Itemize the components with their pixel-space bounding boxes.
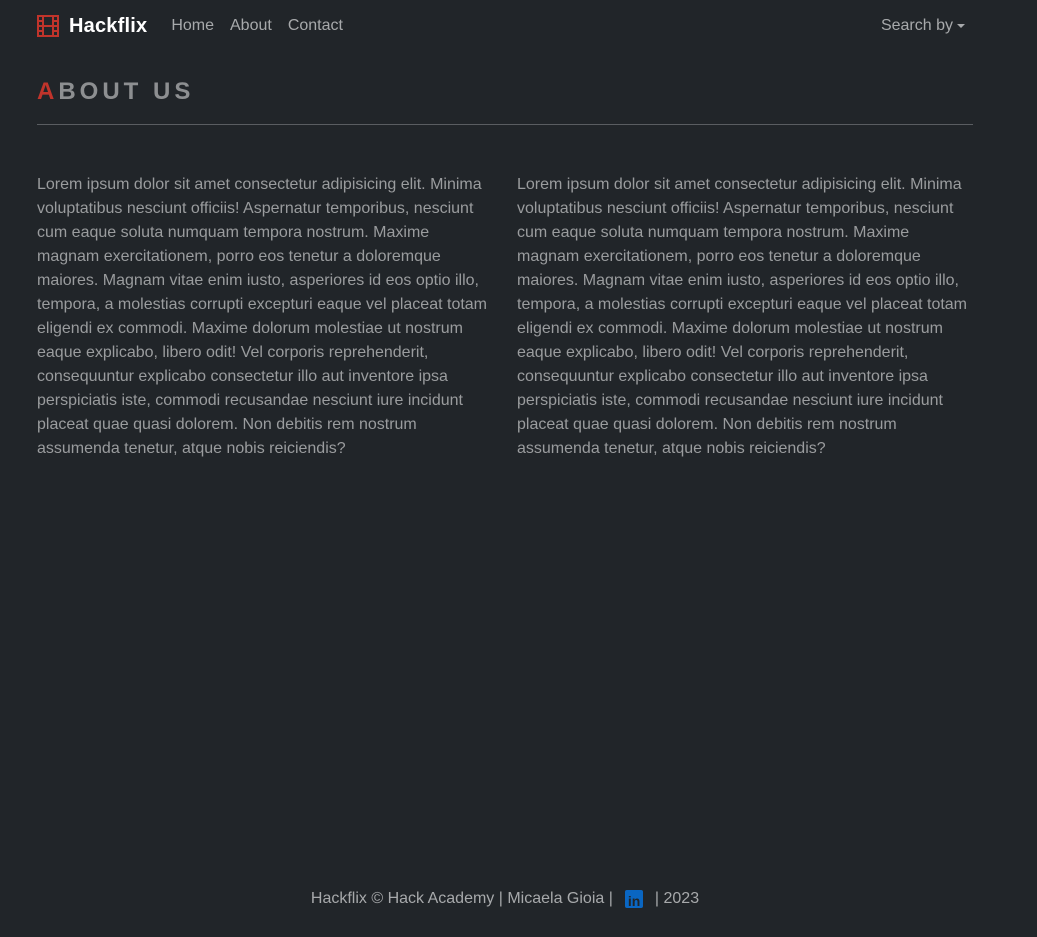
about-text-right: Lorem ipsum dolor sit amet consectetur a… xyxy=(517,176,968,457)
linkedin-icon[interactable] xyxy=(624,889,643,913)
film-icon xyxy=(37,15,59,37)
nav-link-about[interactable]: About xyxy=(230,17,272,35)
title-rest: BOUT US xyxy=(58,78,195,105)
nav-links: Home About Contact xyxy=(171,17,359,35)
title-first-letter: A xyxy=(37,78,59,105)
brand-name: Hackflix xyxy=(69,14,148,37)
about-text-left: Lorem ipsum dolor sit amet consectetur a… xyxy=(37,176,488,457)
footer: Hackflix © Hack Academy | Micaela Gioia … xyxy=(0,887,1010,913)
nav-right: Search by xyxy=(881,17,973,35)
nav-link-contact[interactable]: Contact xyxy=(288,17,343,35)
footer-text-after: | 2023 xyxy=(654,890,700,907)
page: Hackflix Home About Contact Search by AB… xyxy=(0,0,1037,937)
title-divider xyxy=(37,124,973,125)
nav-link-home[interactable]: Home xyxy=(171,17,214,35)
caret-down-icon xyxy=(957,24,965,28)
brand-link[interactable]: Hackflix xyxy=(37,15,147,38)
footer-text-before: Hackflix © Hack Academy | Micaela Gioia … xyxy=(310,890,613,907)
navbar: Hackflix Home About Contact Search by xyxy=(37,0,973,52)
search-by-dropdown[interactable]: Search by xyxy=(881,17,965,35)
page-title: ABOUT US xyxy=(37,78,194,106)
search-by-label: Search by xyxy=(880,17,953,34)
